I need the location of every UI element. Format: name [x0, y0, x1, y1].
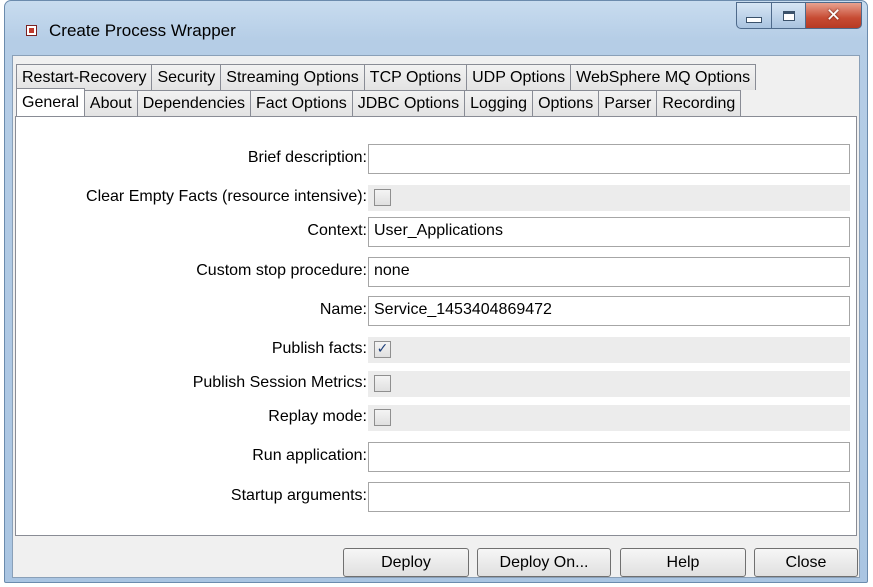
custom-stop-procedure-input[interactable]: none	[368, 257, 850, 287]
maximize-icon	[782, 10, 795, 21]
tab-jdbc-options[interactable]: JDBC Options	[351, 90, 466, 116]
context-input[interactable]: User_Applications	[368, 217, 850, 247]
minimize-icon	[746, 16, 762, 23]
tab-fact-options[interactable]: Fact Options	[250, 90, 353, 116]
name-row: Name: Service_1453404869472	[16, 296, 858, 326]
clear-empty-facts-strip	[368, 185, 850, 211]
tab-logging[interactable]: Logging	[464, 90, 534, 116]
help-button[interactable]: Help	[620, 548, 746, 577]
dialog-button-bar: Deploy Deploy On... Help Close	[13, 548, 861, 578]
name-label: Name:	[319, 301, 367, 318]
publish-facts-label: Publish facts:	[271, 340, 367, 357]
publish-facts-checkbox[interactable]: ✓	[374, 341, 391, 358]
window-controls: ✕	[736, 2, 862, 29]
tab-websphere-mq-options[interactable]: WebSphere MQ Options	[570, 64, 757, 90]
clear-empty-facts-checkbox[interactable]	[374, 189, 391, 206]
deploy-on-button[interactable]: Deploy On...	[477, 548, 611, 577]
window-title: Create Process Wrapper	[49, 21, 236, 40]
clear-empty-facts-label: Clear Empty Facts (resource intensive):	[86, 188, 367, 205]
run-application-input[interactable]	[368, 442, 850, 472]
dialog-window: Create Process Wrapper ✕ Restart-Recover…	[4, 0, 868, 583]
tab-parser[interactable]: Parser	[598, 90, 658, 116]
publish-session-metrics-checkbox[interactable]	[374, 375, 391, 392]
startup-arguments-label: Startup arguments:	[230, 487, 367, 504]
tab-udp-options[interactable]: UDP Options	[466, 64, 572, 90]
tab-restart-recovery[interactable]: Restart-Recovery	[16, 64, 153, 90]
replay-mode-checkbox[interactable]	[374, 409, 391, 426]
clear-empty-facts-row: Clear Empty Facts (resource intensive):	[16, 183, 858, 213]
publish-facts-row: Publish facts: ✓	[16, 335, 858, 365]
brief-description-label: Brief description:	[247, 149, 367, 166]
tab-row-2: General About Dependencies Fact Options …	[16, 88, 742, 116]
app-menu-icon[interactable]	[26, 25, 37, 36]
tab-streaming-options[interactable]: Streaming Options	[220, 64, 365, 90]
replay-mode-row: Replay mode:	[16, 403, 858, 433]
brief-description-row: Brief description:	[16, 144, 858, 174]
publish-facts-strip: ✓	[368, 337, 850, 363]
close-window-button[interactable]: ✕	[806, 2, 862, 29]
maximize-button[interactable]	[772, 2, 806, 29]
run-application-label: Run application:	[252, 447, 367, 464]
minimize-button[interactable]	[736, 2, 772, 29]
tab-general[interactable]: General	[16, 88, 85, 116]
dialog-client-area: Restart-Recovery Security Streaming Opti…	[12, 55, 860, 578]
name-input[interactable]: Service_1453404869472	[368, 296, 850, 326]
run-application-row: Run application:	[16, 442, 858, 472]
custom-stop-procedure-label: Custom stop procedure:	[196, 262, 367, 279]
brief-description-input[interactable]	[368, 144, 850, 174]
startup-arguments-row: Startup arguments:	[16, 482, 858, 512]
tab-tcp-options[interactable]: TCP Options	[363, 64, 468, 90]
close-icon: ✕	[825, 5, 842, 26]
context-row: Context: User_Applications	[16, 217, 858, 247]
publish-session-metrics-label: Publish Session Metrics:	[192, 374, 367, 391]
tab-options[interactable]: Options	[532, 90, 600, 116]
tab-dependencies[interactable]: Dependencies	[136, 90, 252, 116]
context-label: Context:	[307, 222, 367, 239]
startup-arguments-input[interactable]	[368, 482, 850, 512]
tab-security[interactable]: Security	[151, 64, 222, 90]
title-bar[interactable]: Create Process Wrapper ✕	[5, 1, 867, 55]
custom-stop-procedure-row: Custom stop procedure: none	[16, 257, 858, 287]
tab-about[interactable]: About	[83, 90, 138, 116]
tab-row-1: Restart-Recovery Security Streaming Opti…	[16, 64, 757, 90]
deploy-button[interactable]: Deploy	[343, 548, 469, 577]
publish-session-metrics-row: Publish Session Metrics:	[16, 369, 858, 399]
publish-session-metrics-strip	[368, 371, 850, 397]
replay-mode-strip	[368, 405, 850, 431]
tab-recording[interactable]: Recording	[656, 90, 742, 116]
replay-mode-label: Replay mode:	[268, 408, 367, 425]
close-button[interactable]: Close	[754, 548, 858, 577]
general-tab-panel: Brief description: Clear Empty Facts (re…	[15, 116, 857, 536]
